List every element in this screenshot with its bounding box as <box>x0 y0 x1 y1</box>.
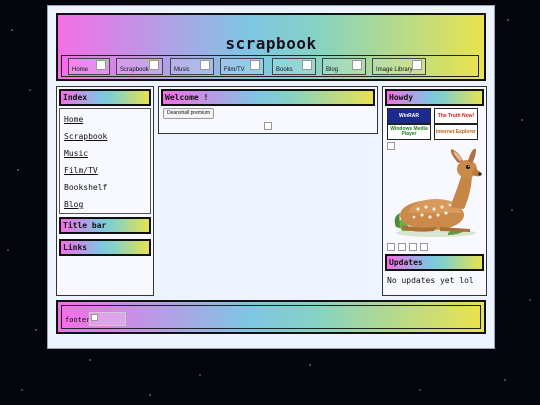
site-header: scrapbook Home Scrapbook Music Film/TV B… <box>56 13 486 81</box>
broken-image-icon <box>398 243 406 251</box>
nav-scrapbook[interactable]: Scrapbook <box>116 58 163 75</box>
windows-media-player-badge[interactable]: Windows Media Player <box>387 124 431 140</box>
broken-image-icon <box>352 60 362 70</box>
site-title: scrapbook <box>225 34 317 53</box>
nav-image-library-label: Image Library <box>376 67 413 73</box>
nav-home-label: Home <box>72 67 89 73</box>
index-link-filmtv[interactable]: Film/TV <box>64 166 98 175</box>
broken-image-icon <box>91 314 98 321</box>
deanshall-premium-button[interactable]: Deanshall premium <box>163 108 215 119</box>
internet-explorer-badge[interactable]: Internet Explorer <box>434 124 478 140</box>
broken-image-icon <box>412 60 422 70</box>
nav-filmtv[interactable]: Film/TV <box>220 58 264 75</box>
broken-image-icon <box>149 60 159 70</box>
page-container: scrapbook Home Scrapbook Music Film/TV B… <box>47 5 495 349</box>
index-item-bookshelf: Bookshelf <box>64 183 108 192</box>
footer-text: footer <box>65 316 91 324</box>
updates-text: No updates yet lol <box>387 276 474 285</box>
site-footer: footer <box>56 300 486 334</box>
index-box: Home Scrapbook Music Film/TV Bookshelf B… <box>59 108 151 214</box>
nav-filmtv-label: Film/TV <box>224 67 245 73</box>
broken-image-icon <box>302 60 312 70</box>
index-link-scrapbook[interactable]: Scrapbook <box>64 132 107 141</box>
nav-books-label: Books <box>276 67 293 73</box>
links-title: Links <box>59 239 151 256</box>
broken-image-icon <box>264 122 272 130</box>
howdy-title: Howdy <box>385 89 484 106</box>
the-truth-badge[interactable]: The Truth Now! <box>434 108 478 124</box>
footer-inner: footer <box>61 305 481 329</box>
nav-blog-label: Blog <box>326 67 339 73</box>
footer-image <box>89 312 126 326</box>
nav-scrapbook-label: Scrapbook <box>120 67 149 73</box>
nav-books[interactable]: Books <box>272 58 316 75</box>
left-sidebar: Index Home Scrapbook Music Film/TV Books… <box>56 86 154 296</box>
nav-music-label: Music <box>174 67 190 73</box>
welcome-panel: Welcome ! Deanshall premium <box>158 86 378 134</box>
broken-image-icon <box>200 60 210 70</box>
titlebar-title: Title bar <box>59 217 151 234</box>
broken-image-icon <box>250 60 260 70</box>
index-link-blog[interactable]: Blog <box>64 200 83 209</box>
welcome-title: Welcome ! <box>161 89 375 106</box>
index-link-home[interactable]: Home <box>64 115 83 124</box>
index-link-music[interactable]: Music <box>64 149 88 158</box>
nav-home[interactable]: Home <box>68 58 110 75</box>
broken-image-icon <box>387 243 395 251</box>
winrar-badge[interactable]: WinRAR <box>387 108 431 124</box>
right-sidebar: Howdy WinRAR The Truth Now! Windows Medi… <box>382 86 487 296</box>
broken-image-icon <box>96 60 106 70</box>
nav-bar: Home Scrapbook Music Film/TV Books Blog <box>61 55 479 77</box>
fawn-image <box>394 148 482 237</box>
broken-image-icon <box>420 243 428 251</box>
nav-image-library[interactable]: Image Library <box>372 58 426 75</box>
index-title: Index <box>59 89 151 106</box>
broken-image-icon <box>409 243 417 251</box>
updates-title: Updates <box>385 254 484 271</box>
nav-blog[interactable]: Blog <box>322 58 366 75</box>
nav-music[interactable]: Music <box>170 58 214 75</box>
